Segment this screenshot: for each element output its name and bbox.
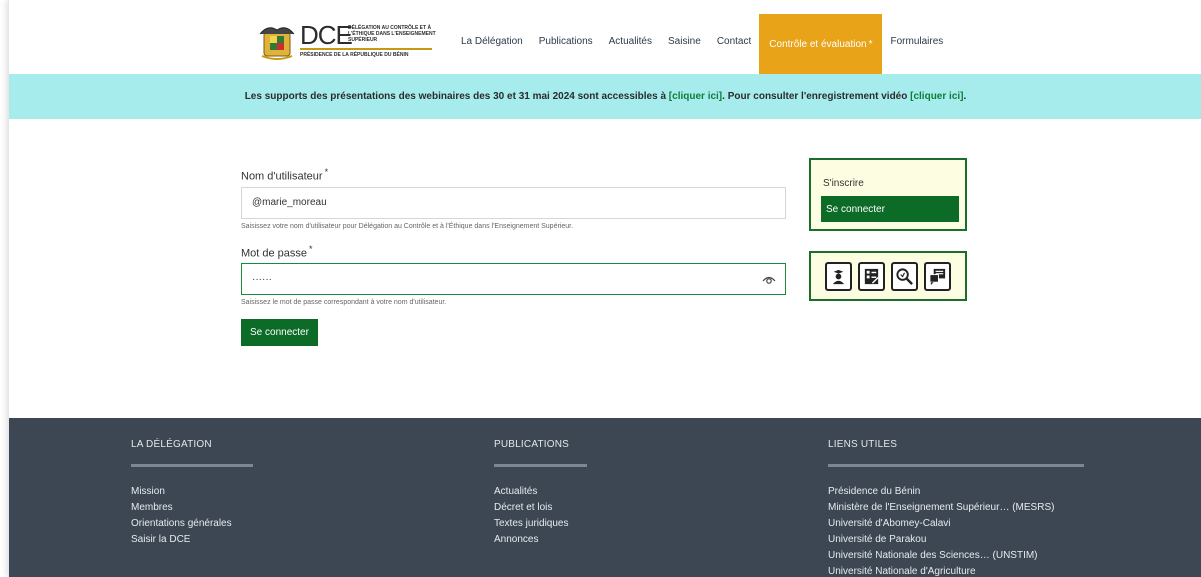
account-panel: S'inscrire Se connecter <box>809 158 967 231</box>
logo-subtitle: DÉLÉGATION AU CONTRÔLE ET À L'ÉTHIQUE DA… <box>348 25 436 43</box>
announcement-link-slides[interactable]: [cliquer ici] <box>669 91 722 102</box>
eye-icon[interactable] <box>762 275 776 285</box>
password-input[interactable]: ······ <box>241 263 786 296</box>
announcement-text-2: . Pour consulter l'enregistrement vidéo <box>722 91 911 102</box>
nav-publications[interactable]: Publications <box>531 14 601 69</box>
footer-link-unstim[interactable]: Université Nationale des Sciences… (UNST… <box>828 548 1084 564</box>
quick-icons-panel <box>809 251 967 301</box>
site-footer: LA DÉLÉGATION Mission Membres Orientatio… <box>9 418 1201 577</box>
login-link[interactable]: Se connecter <box>821 196 959 222</box>
logo-dce: DCE <box>300 20 353 50</box>
password-wrapper: ······ <box>241 263 786 296</box>
required-marker: * <box>309 243 313 254</box>
nav-contact[interactable]: Contact <box>709 14 759 69</box>
footer-link-actualites[interactable]: Actualités <box>494 484 587 500</box>
username-value: @marie_moreau <box>252 197 327 209</box>
benin-seal-icon <box>256 22 298 64</box>
logo-rule <box>300 48 432 50</box>
footer-link-membres[interactable]: Membres <box>131 500 253 516</box>
search-document-icon[interactable] <box>891 261 918 291</box>
footer-col-liens-utiles: LIENS UTILES Présidence du Bénin Ministè… <box>828 439 1084 577</box>
footer-link-saisir[interactable]: Saisir la DCE <box>131 532 253 548</box>
footer-divider <box>828 464 1084 467</box>
footer-link-parakou[interactable]: Université de Parakou <box>828 532 1084 548</box>
footer-links: Présidence du Bénin Ministère de l'Ensei… <box>828 484 1084 577</box>
footer-col-publications: PUBLICATIONS Actualités Décret et lois T… <box>494 439 587 548</box>
login-submit-button[interactable]: Se connecter <box>241 319 318 347</box>
announcement-link-video[interactable]: [cliquer ici] <box>910 91 963 102</box>
logo-presidency: PRÉSIDENCE DE LA RÉPUBLIQUE DU BÉNIN <box>300 52 409 58</box>
footer-link-presidence[interactable]: Présidence du Bénin <box>828 484 1084 500</box>
password-value: ······ <box>252 273 272 285</box>
nav-la-delegation[interactable]: La Délégation <box>453 14 531 69</box>
footer-divider <box>494 464 587 467</box>
footer-link-mesrs[interactable]: Ministère de l'Enseignement Supérieur… (… <box>828 500 1084 516</box>
announcement-banner: Les supports des présentations des webin… <box>9 74 1201 119</box>
login-form: Nom d'utilisateur * @marie_moreau Saisiss… <box>241 167 786 347</box>
announcement-text-3: . <box>963 91 967 102</box>
browser-frame: DCE DÉLÉGATION AU CONTRÔLE ET À L'ÉTHIQU… <box>8 0 1201 577</box>
site-header: DCE DÉLÉGATION AU CONTRÔLE ET À L'ÉTHIQU… <box>9 0 1201 74</box>
main-nav: La Délégation Publications Actualités Sa… <box>453 14 951 74</box>
nav-actualites[interactable]: Actualités <box>601 14 660 69</box>
footer-link-uac[interactable]: Université d'Abomey-Calavi <box>828 516 1084 532</box>
footer-link-annonces[interactable]: Annonces <box>494 532 587 548</box>
footer-divider <box>131 464 253 467</box>
password-label: Mot de passe * <box>241 244 786 260</box>
graduate-icon[interactable] <box>825 261 852 291</box>
footer-col-delegation: LA DÉLÉGATION Mission Membres Orientatio… <box>131 439 253 548</box>
nav-controle-label: Contrôle et évaluation <box>769 38 867 50</box>
username-label-text: Nom d'utilisateur <box>241 170 323 183</box>
required-marker: * <box>324 167 329 177</box>
footer-heading: LA DÉLÉGATION <box>131 439 212 450</box>
nav-formulaires[interactable]: Formulaires <box>882 14 951 69</box>
username-label: Nom d'utilisateur * <box>241 167 786 183</box>
footer-link-orientations[interactable]: Orientations générales <box>131 516 253 532</box>
footer-link-decret[interactable]: Décret et lois <box>494 500 587 516</box>
footer-links: Mission Membres Orientations générales S… <box>131 484 253 548</box>
username-hint: Saisissez votre nom d'utilisateur pour D… <box>241 222 574 230</box>
checklist-icon[interactable] <box>858 261 885 291</box>
username-input[interactable]: @marie_moreau <box>241 186 786 219</box>
footer-heading: LIENS UTILES <box>828 439 898 450</box>
footer-link-una[interactable]: Université Nationale d'Agriculture <box>828 564 1084 577</box>
password-hint: Saisissez le mot de passe correspondant … <box>241 299 447 307</box>
password-label-text: Mot de passe <box>241 247 308 260</box>
announcement-text-1: Les supports des présentations des webin… <box>244 91 669 102</box>
footer-link-mission[interactable]: Mission <box>131 484 253 500</box>
footer-links: Actualités Décret et lois Textes juridiq… <box>494 484 587 548</box>
chat-icon[interactable] <box>924 261 951 291</box>
site-logo[interactable]: DCE DÉLÉGATION AU CONTRÔLE ET À L'ÉTHIQU… <box>256 19 436 67</box>
nav-active-marker: * <box>868 38 873 50</box>
nav-controle-evaluation[interactable]: Contrôle et évaluation * <box>759 14 883 74</box>
nav-saisine[interactable]: Saisine <box>660 14 709 69</box>
footer-link-textes[interactable]: Textes juridiques <box>494 516 587 532</box>
footer-heading: PUBLICATIONS <box>494 439 570 450</box>
register-link[interactable]: S'inscrire <box>823 178 864 189</box>
